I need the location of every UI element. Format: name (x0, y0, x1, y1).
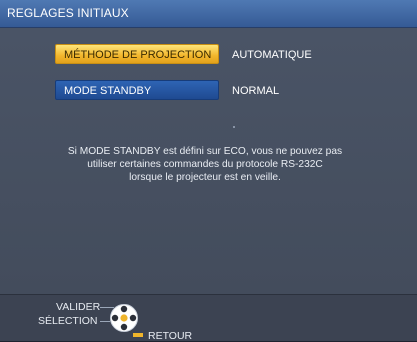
select-key-label: SÉLECTION (38, 315, 98, 327)
note-line-2: utiliser certaines commandes du protocol… (87, 159, 323, 170)
return-key-icon (133, 333, 143, 337)
enter-key-label: VALIDER (56, 301, 101, 313)
standby-info-note: Si MODE STANDBY est défini sur ECO, vous… (40, 145, 370, 184)
standby-mode-value: NORMAL (232, 85, 280, 97)
separator-dot (233, 126, 235, 128)
setting-row-standby-mode[interactable]: MODE STANDBY NORMAL (0, 80, 417, 102)
menu-title: REGLAGES INITIAUX (7, 6, 129, 20)
setting-row-projection-method[interactable]: MÉTHODE DE PROJECTION AUTOMATIQUE (0, 44, 417, 66)
projector-menu-screen: REGLAGES INITIAUX MÉTHODE DE PROJECTION … (0, 0, 417, 342)
note-line-3: lorsque le projecteur est en veille. (129, 172, 281, 183)
key-guide-footer: VALIDER SÉLECTION RETOUR (0, 294, 417, 342)
menu-title-bar: REGLAGES INITIAUX (0, 0, 417, 28)
projection-method-button[interactable]: MÉTHODE DE PROJECTION (55, 44, 219, 64)
return-key-label: RETOUR (148, 330, 193, 342)
note-line-1: Si MODE STANDBY est défini sur ECO, vous… (67, 146, 343, 157)
standby-mode-button[interactable]: MODE STANDBY (55, 80, 219, 100)
directional-pad-icon (110, 304, 138, 332)
projection-method-value: AUTOMATIQUE (232, 49, 312, 61)
